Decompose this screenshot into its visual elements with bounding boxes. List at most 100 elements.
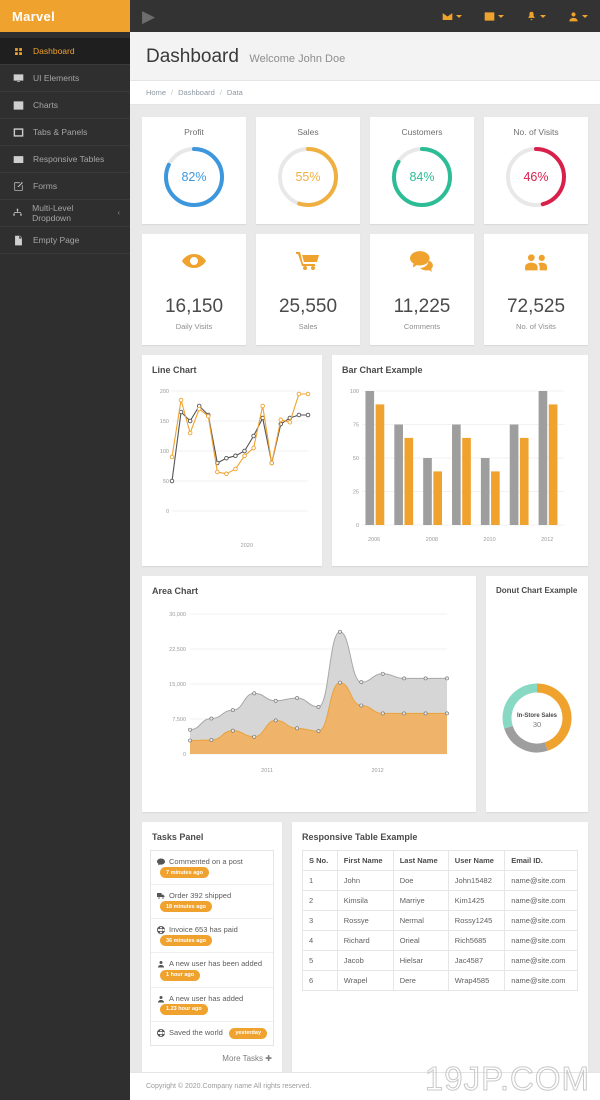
tabs-icon	[12, 126, 24, 138]
gauge-label: Profit	[184, 127, 204, 137]
page-title: Dashboard	[146, 46, 239, 67]
table-cell: Marriye	[392, 890, 449, 911]
task-item[interactable]: Commented on a post 7 minutes ago	[151, 851, 273, 886]
task-item[interactable]: Order 392 shipped 18 minutes ago	[151, 885, 273, 920]
table-row: 3 Rossye Nermal Rossy1245 name@site.com	[302, 910, 578, 931]
sidebar-item-label: Empty Page	[33, 235, 80, 245]
task-item[interactable]: Invoice 653 has paid 36 minutes ago	[151, 919, 273, 954]
sidebar-item-responsive-tables[interactable]: Responsive Tables	[0, 146, 130, 173]
sidebar-item-empty-page[interactable]: Empty Page	[0, 227, 130, 254]
table-cell: Rossy1245	[447, 910, 506, 931]
table-cell: Jac4587	[447, 950, 506, 971]
sidebar-nav: Dashboard UI Elements Charts Tabs & Panels R…	[0, 32, 130, 254]
task-time-badge: 1.23 hour ago	[160, 1003, 208, 1015]
stat-label: Sales	[298, 322, 318, 331]
table-cell: 3	[302, 910, 338, 931]
svg-text:22,500: 22,500	[169, 647, 186, 653]
svg-text:0: 0	[183, 752, 186, 758]
users-icon	[525, 254, 547, 271]
tasks-panel-card: Tasks Panel Commented on a post 7 minutes…	[142, 822, 282, 1072]
table-header-cell: First Name	[336, 850, 394, 871]
monitor-icon	[12, 72, 24, 84]
svg-text:150: 150	[160, 419, 169, 425]
truck-icon	[157, 893, 165, 899]
pencil-icon	[13, 181, 23, 191]
breadcrumb-item-home[interactable]: Home	[146, 88, 166, 97]
table-cell: name@site.com	[504, 870, 578, 891]
svg-text:2011: 2011	[261, 768, 273, 774]
table-row: 2 Kimsila Marriye Kim1425 name@site.com	[302, 890, 578, 911]
chevron-down-icon	[540, 14, 546, 18]
plus-circle-icon: ✚	[265, 1053, 272, 1063]
gauge-ring: 55%	[275, 144, 341, 210]
stat-label: Daily Visits	[175, 322, 213, 331]
gauge-card-no-of-visits: No. of Visits 46%	[484, 117, 588, 224]
gauge-card-customers: Customers 84%	[370, 117, 474, 224]
stat-value: 11,225	[393, 296, 451, 317]
svg-text:75: 75	[353, 423, 359, 429]
task-time-badge: 18 minutes ago	[160, 901, 213, 913]
table-cell: Rich5685	[447, 930, 506, 951]
comments-icon	[376, 248, 468, 274]
task-text: Saved the world	[169, 1027, 223, 1037]
svg-text:2010: 2010	[483, 537, 495, 543]
stat-card-no-of-visits: 72,525 No. of Visits	[484, 234, 588, 345]
sidebar-item-tabs-panels[interactable]: Tabs & Panels	[0, 119, 130, 146]
task-time-badge: yesterday	[229, 1027, 267, 1039]
sidebar-item-charts[interactable]: Charts	[0, 92, 130, 119]
line-chart-title: Line Chart	[152, 365, 197, 375]
gauge-ring: 82%	[161, 144, 227, 210]
task-item[interactable]: Saved the world yesterday	[151, 1022, 273, 1045]
charts-row-1: Line Chart 0 50 100 150 200 2020 Bar Chart Ex…	[142, 355, 588, 566]
tasks-panel-title: Tasks Panel	[152, 832, 204, 842]
sitemap-icon	[13, 208, 22, 216]
svg-text:0: 0	[166, 509, 169, 515]
topnav-envelope-dropdown[interactable]	[442, 11, 462, 22]
topnav-user-dropdown[interactable]	[568, 11, 588, 22]
sidebar-item-forms[interactable]: Forms	[0, 173, 130, 200]
gauge-ring: 46%	[503, 144, 569, 210]
table-cell: Dere	[392, 970, 449, 991]
table-header-cell: S No.	[302, 850, 338, 871]
globe-icon	[157, 1028, 165, 1037]
tabs-icon	[13, 127, 23, 137]
gauge-label: Sales	[297, 127, 319, 137]
sidebar-item-ui-elements[interactable]: UI Elements	[0, 65, 130, 92]
file-icon	[12, 234, 24, 246]
svg-text:30,000: 30,000	[169, 612, 186, 618]
gauge-value: 82%	[181, 170, 207, 184]
table-cell: Kim1425	[447, 890, 506, 911]
donut-chart-body: In-Store Sales 30	[486, 599, 588, 812]
more-tasks-link[interactable]: More Tasks ✚	[142, 1046, 282, 1072]
table-cell: name@site.com	[504, 950, 578, 971]
sitemap-icon	[12, 207, 23, 219]
topnav-tasks-dropdown[interactable]	[484, 11, 504, 22]
svg-text:2012: 2012	[371, 768, 383, 774]
table-cell: John15482	[447, 870, 506, 891]
sidebar-item-label: UI Elements	[33, 73, 80, 83]
breadcrumb-item-data[interactable]: Data	[227, 88, 243, 97]
stat-label: No. of Visits	[516, 322, 556, 331]
topnav-bell-dropdown[interactable]	[526, 11, 546, 22]
table-icon	[13, 155, 23, 163]
stat-card-sales: 25,550 Sales	[256, 234, 360, 345]
breadcrumb-item-dashboard[interactable]: Dashboard	[178, 88, 215, 97]
sidebar-toggle-icon[interactable]: ▶	[142, 8, 155, 25]
sidebar-item-multi-level-dropdown[interactable]: Multi-Level Dropdown ‹	[0, 200, 130, 227]
task-item[interactable]: A new user has been added 1 hour ago	[151, 953, 273, 988]
sidebar-item-dashboard[interactable]: Dashboard	[0, 38, 130, 65]
donut-center-label: In-Store Sales	[517, 713, 558, 719]
brand-logo[interactable]: Marvel	[0, 0, 130, 32]
svg-text:7,500: 7,500	[172, 717, 186, 723]
stat-card-daily-visits: 16,150 Daily Visits	[142, 234, 246, 345]
app-root: Marvel Dashboard UI Elements Charts Tabs & …	[0, 0, 600, 1100]
file-icon	[14, 235, 22, 245]
sidebar-item-label: Dashboard	[33, 46, 75, 56]
table-cell: 2	[302, 890, 338, 911]
users-icon	[490, 248, 582, 274]
table-cell: Doe	[392, 870, 449, 891]
table-header-cell: Email ID.	[504, 850, 578, 871]
stat-card-comments: 11,225 Comments	[370, 234, 474, 345]
svg-text:2020: 2020	[241, 543, 253, 549]
task-item[interactable]: A new user has added 1.23 hour ago	[151, 988, 273, 1022]
